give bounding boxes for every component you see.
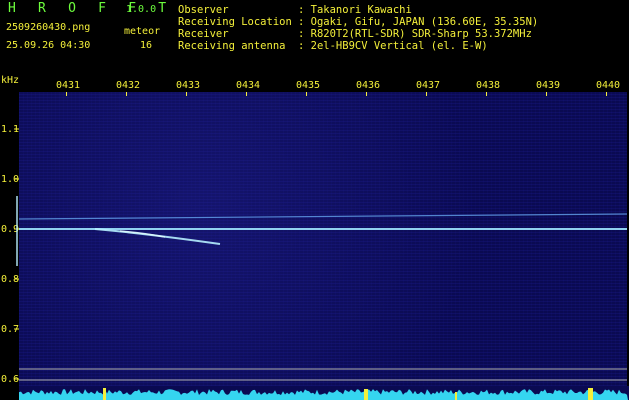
meteor-trace bbox=[94, 228, 221, 245]
meteor-trace bbox=[119, 230, 166, 238]
spectrum-peak bbox=[588, 388, 593, 400]
faint-trace-line bbox=[18, 213, 628, 220]
spectrum-peak bbox=[364, 389, 368, 400]
signal-overlay bbox=[14, 128, 629, 400]
spectrum-peak bbox=[455, 392, 457, 400]
spectrum-peak bbox=[103, 388, 106, 400]
